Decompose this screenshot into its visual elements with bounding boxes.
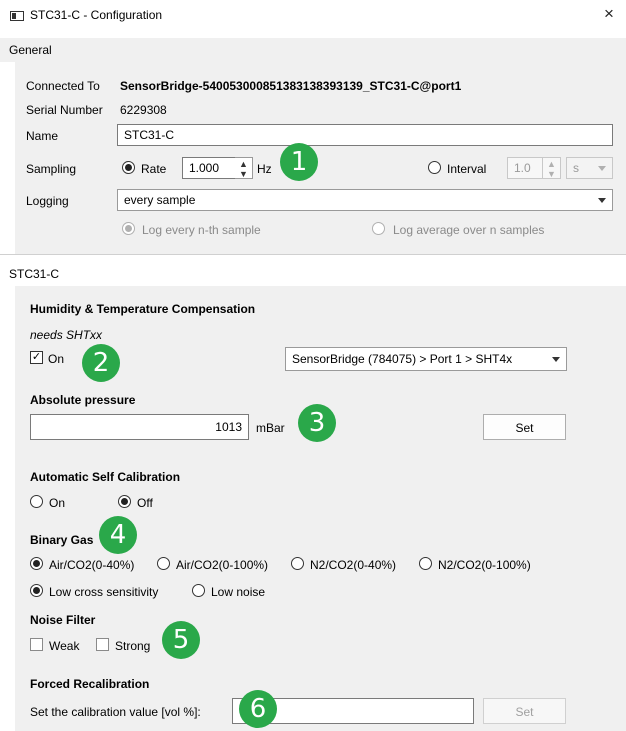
logging-dropdown[interactable]: every sample [117,189,613,211]
low-noise-radio[interactable] [192,584,205,597]
annotation-badge-1: 1 [280,143,318,181]
absolute-pressure-title: Absolute pressure [30,393,136,407]
gas-option-label: N2/CO2(0-40%) [310,558,397,572]
rate-spinner[interactable]: ▲ ▼ [235,157,253,179]
window-title: STC31-C - Configuration [30,8,163,22]
rate-radio[interactable] [122,161,135,174]
section-divider [0,254,626,255]
device-section-header: STC31-C [0,262,626,286]
annotation-badge-2: 2 [82,344,120,382]
weak-filter-checkbox[interactable] [30,638,43,651]
compensation-on-label: On [48,352,65,366]
gas-air-co2-40-radio[interactable] [30,557,43,570]
interval-spinner[interactable]: ▲ ▼ [543,157,561,179]
serial-number-label: Serial Number [26,103,103,117]
gas-air-co2-100-radio[interactable] [157,557,170,570]
set-calibration-button[interactable]: Set [483,698,566,724]
sensor-source-value: SensorBridge (784075) > Port 1 > SHT4x [292,352,513,366]
log-nth-radio[interactable] [122,222,135,235]
log-nth-label: Log every n-th sample [142,223,261,237]
rate-label: Rate [141,162,167,176]
asc-off-label: Off [137,496,153,510]
low-cross-sensitivity-label: Low cross sensitivity [49,585,159,599]
sampling-label: Sampling [26,162,77,176]
set-pressure-button[interactable]: Set [483,414,566,440]
pressure-input[interactable] [30,414,249,440]
asc-title: Automatic Self Calibration [30,470,181,484]
annotation-badge-4: 4 [99,516,137,554]
chevron-down-icon [552,357,560,362]
logging-value: every sample [124,193,196,207]
annotation-badge-3: 3 [298,404,336,442]
gas-option-label: Air/CO2(0-40%) [49,558,135,572]
weak-filter-label: Weak [49,639,80,653]
connected-to-label: Connected To [26,79,100,93]
serial-number-value: 6229308 [120,103,167,117]
calibration-value-label: Set the calibration value [vol %]: [30,705,201,719]
interval-unit-dropdown[interactable]: s [566,157,613,179]
name-label: Name [26,129,59,143]
low-cross-sensitivity-radio[interactable] [30,584,43,597]
humidity-temp-title: Humidity & Temperature Compensation [30,302,256,316]
app-window-icon [10,11,24,21]
log-average-radio[interactable] [372,222,385,235]
compensation-on-checkbox[interactable]: ✓ [30,351,43,364]
connected-to-value: SensorBridge-5400530008513831383931​39_S… [120,79,462,93]
needs-sht-note: needs SHTxx [30,328,103,342]
annotation-badge-6: 6 [239,690,277,728]
rate-unit: Hz [257,162,272,176]
interval-label: Interval [447,162,487,176]
binary-gas-title: Binary Gas [30,533,94,547]
gas-n2-co2-100-radio[interactable] [419,557,432,570]
name-input[interactable] [117,124,613,146]
chevron-down-icon [598,166,606,171]
logging-label: Logging [26,194,69,208]
rate-input[interactable] [182,157,236,179]
log-average-label: Log average over n samples [393,223,545,237]
gas-option-label: N2/CO2(0-100%) [438,558,531,572]
asc-off-radio[interactable] [118,495,131,508]
strong-filter-label: Strong [115,639,151,653]
low-noise-label: Low noise [211,585,266,599]
gas-option-label: Air/CO2(0-100%) [176,558,269,572]
asc-on-label: On [49,496,66,510]
general-section-header: General [0,38,626,62]
strong-filter-checkbox[interactable] [96,638,109,651]
interval-input[interactable] [507,157,543,179]
annotation-badge-5: 5 [162,621,200,659]
pressure-unit: mBar [256,421,285,435]
chevron-down-icon [598,198,606,203]
interval-unit-value: s [573,161,579,175]
forced-recalibration-title: Forced Recalibration [30,677,150,691]
interval-radio[interactable] [428,161,441,174]
sensor-source-dropdown[interactable]: SensorBridge (784075) > Port 1 > SHT4x [285,347,567,371]
noise-filter-title: Noise Filter [30,613,96,627]
gas-n2-co2-40-radio[interactable] [291,557,304,570]
asc-on-radio[interactable] [30,495,43,508]
close-icon[interactable]: × [604,4,614,24]
